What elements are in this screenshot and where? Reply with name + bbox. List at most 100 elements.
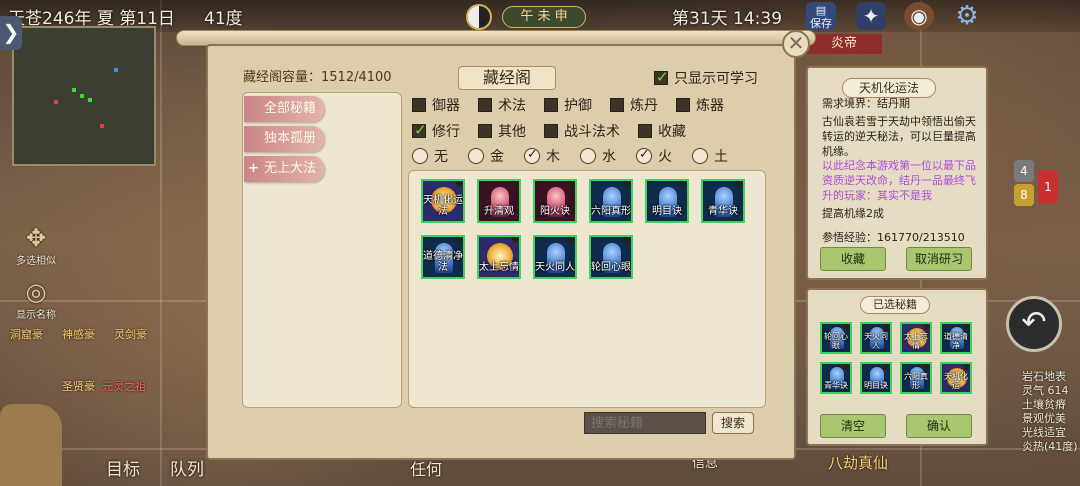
filter-label: 金	[490, 149, 504, 165]
dialog-title: 藏经阁	[458, 66, 556, 90]
map-label[interactable]: 灵剑豪	[114, 326, 147, 342]
minimap-marker	[72, 88, 76, 92]
type-filter[interactable]: 战斗法术	[544, 121, 620, 141]
type-filter[interactable]: 炼器	[676, 95, 724, 115]
temperature: 41度	[204, 9, 243, 29]
type-filter[interactable]: 修行	[412, 121, 460, 141]
filter-label: 修行	[432, 124, 460, 140]
close-button[interactable]: ✕	[782, 30, 810, 58]
collect-button[interactable]: 收藏	[820, 247, 886, 271]
nav-team[interactable]: 队列	[170, 455, 204, 480]
only-learnable-toggle[interactable]: 只显示可学习	[654, 68, 758, 88]
only-learnable-checkbox[interactable]	[654, 68, 669, 86]
book-tile[interactable]: ★ 天机化运	[940, 362, 972, 394]
map-label[interactable]: 洞窟豪	[10, 326, 43, 342]
book-tile[interactable]: ★ 明目诀	[860, 362, 892, 394]
book-tile[interactable]: ★ 轮回心眼	[589, 235, 633, 279]
search-button[interactable]: 搜索	[712, 412, 754, 434]
map-label[interactable]: 八劫真仙	[828, 452, 888, 473]
confirm-button[interactable]: 确认	[906, 414, 972, 438]
book-tile[interactable]: ★ 青华诀	[701, 179, 745, 223]
book-tile[interactable]: ★ 天机化运法	[421, 179, 465, 223]
minimap[interactable]	[12, 26, 156, 166]
map-label[interactable]: 元灵之祖	[102, 378, 146, 394]
book-name: 六阳真形	[904, 372, 928, 390]
palette-icon[interactable]: ◉	[904, 2, 934, 30]
save-button[interactable]: ▤ 保存	[806, 2, 836, 30]
type-filter[interactable]: 收藏	[638, 121, 686, 141]
nav-target[interactable]: 目标	[106, 455, 140, 480]
type-filter[interactable]: 御器	[412, 95, 460, 115]
book-tile[interactable]: ★ 六阳真形	[900, 362, 932, 394]
element-filter[interactable]: 水	[580, 146, 616, 166]
book-tile[interactable]: ★ 太上忘情	[900, 322, 932, 354]
minimap-marker	[54, 100, 58, 104]
back-arrow-icon[interactable]: ↶	[1006, 296, 1062, 352]
filter-checkbox[interactable]	[610, 98, 624, 112]
element-radio[interactable]	[524, 147, 540, 164]
book-tile[interactable]: ★ 天火同人	[860, 322, 892, 354]
count-badge[interactable]: 1	[1038, 170, 1058, 204]
yin-yang-icon[interactable]	[466, 4, 492, 30]
minimap-marker	[100, 124, 104, 128]
multi-select-similar-button[interactable]: ✥ 多选相似	[8, 224, 64, 267]
book-name: 天机化运	[944, 372, 968, 390]
book-tile[interactable]: ★ 六阳真形	[589, 179, 633, 223]
element-filter[interactable]: 无	[412, 146, 448, 166]
show-names-button[interactable]: ◎ 显示名称	[8, 278, 64, 321]
type-filter[interactable]: 炼丹	[610, 95, 658, 115]
sect-icon[interactable]: ✦	[856, 2, 886, 30]
book-tile[interactable]: ★ 道德清净法	[421, 235, 465, 279]
element-filter[interactable]: 土	[692, 146, 728, 166]
type-filter[interactable]: 其他	[478, 121, 526, 141]
collapse-sidebar-button[interactable]: ❯	[0, 16, 22, 50]
element-radio[interactable]	[468, 148, 484, 164]
element-radio[interactable]	[580, 148, 596, 164]
element-radio[interactable]	[412, 148, 428, 164]
filter-checkbox[interactable]	[478, 98, 492, 112]
book-tile[interactable]: ★ 道德清净	[940, 322, 972, 354]
book-tile[interactable]: ★ 升清观	[477, 179, 521, 223]
element-filter[interactable]: 金	[468, 146, 504, 166]
tab-supreme-arts[interactable]: + 无上大法	[244, 156, 324, 182]
cancel-study-button[interactable]: 取消研习	[906, 247, 972, 271]
filter-checkbox[interactable]	[412, 121, 427, 139]
gear-icon[interactable]: ⚙	[952, 2, 982, 30]
element-radio[interactable]	[636, 147, 652, 164]
book-name: 升清观	[484, 206, 514, 217]
book-name: 道德清净	[944, 332, 968, 350]
type-filter[interactable]: 术法	[478, 95, 526, 115]
count-badge[interactable]: 8	[1014, 184, 1034, 206]
search-input[interactable]	[584, 412, 706, 434]
filter-checkbox[interactable]	[638, 124, 652, 138]
filter-checkbox[interactable]	[544, 98, 558, 112]
count-badge[interactable]: 4	[1014, 160, 1034, 182]
star-icon: ★	[565, 179, 577, 192]
tab-unique-books[interactable]: 独本孤册	[244, 126, 324, 152]
book-tile[interactable]: ★ 天火同人	[533, 235, 577, 279]
star-icon: ★	[733, 179, 745, 192]
gourd-icon[interactable]	[0, 404, 62, 486]
element-filter[interactable]: 火	[636, 146, 672, 166]
filter-checkbox[interactable]	[676, 98, 690, 112]
book-tile[interactable]: ★ 明目诀	[645, 179, 689, 223]
filter-checkbox[interactable]	[478, 124, 492, 138]
book-tile[interactable]: ★ 阳火诀	[533, 179, 577, 223]
region-banner[interactable]: 炎帝	[806, 34, 882, 54]
tab-label: 无上大法	[264, 161, 317, 176]
tab-all-books[interactable]: 全部秘籍	[244, 96, 324, 122]
map-label[interactable]: 神感豪	[62, 326, 95, 342]
book-tile[interactable]: ★ 太上忘情	[477, 235, 521, 279]
multi-select-label: 多选相似	[16, 256, 56, 267]
filter-checkbox[interactable]	[412, 98, 426, 112]
book-tile[interactable]: ★ 青华诀	[820, 362, 852, 394]
book-tile[interactable]: ★ 轮回心眼	[820, 322, 852, 354]
clear-button[interactable]: 清空	[820, 414, 886, 438]
element-filter[interactable]: 木	[524, 146, 560, 166]
filter-label: 木	[546, 149, 560, 165]
element-radio[interactable]	[692, 148, 708, 164]
filter-checkbox[interactable]	[544, 124, 558, 138]
detail-description: 古仙袁若雪于天劫中领悟出偷天转运的逆天秘法，可以巨量提高机缘。	[822, 115, 976, 158]
type-filter[interactable]: 护御	[544, 95, 592, 115]
map-label[interactable]: 圣贤豪	[62, 378, 95, 394]
